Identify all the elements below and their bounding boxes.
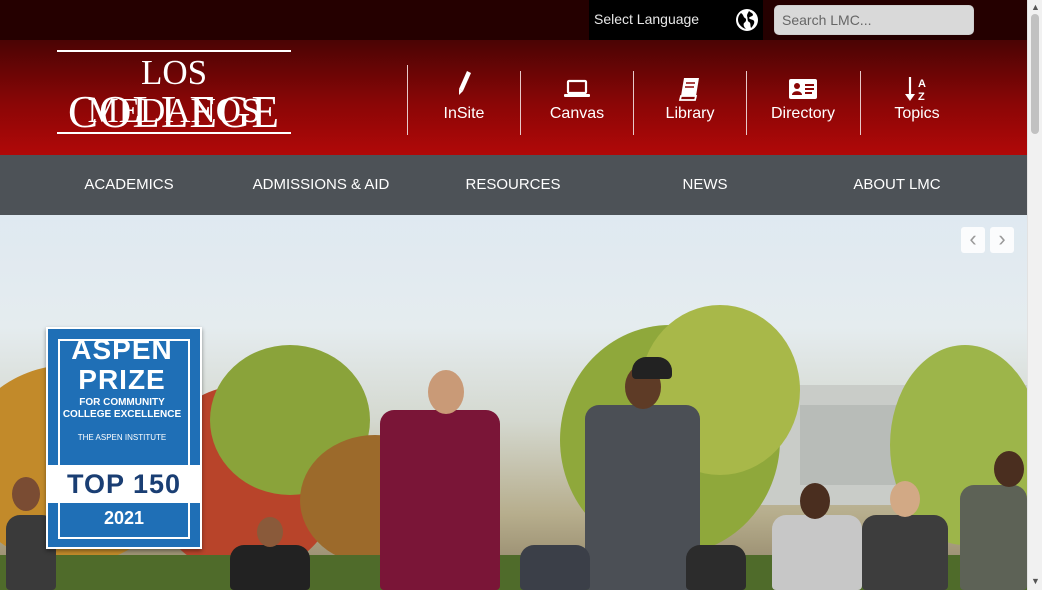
globe-icon (736, 9, 758, 31)
pen-icon (459, 71, 471, 95)
quicklink-directory[interactable]: Directory (746, 71, 859, 135)
quicklink-label: Topics (894, 105, 940, 122)
chevron-right-icon: › (998, 226, 1006, 251)
page-scrollbar[interactable]: ▲ ▼ (1027, 0, 1042, 590)
sort-alpha-icon: A Z (905, 77, 926, 103)
scroll-up-arrow-icon[interactable]: ▲ (1031, 2, 1040, 12)
search-input[interactable] (774, 5, 974, 35)
nav-academics[interactable]: ACADEMICS (34, 155, 224, 215)
laptop-icon (564, 79, 590, 97)
id-card-icon (789, 79, 817, 99)
quicklink-topics[interactable]: A Z Topics (860, 71, 973, 135)
badge-line5: THE ASPEN INSTITUTE (77, 433, 167, 442)
language-label: Select Language (594, 11, 700, 27)
quicklink-library[interactable]: Library (633, 71, 746, 135)
language-selector[interactable]: Select Language (589, 0, 763, 40)
site-header: LOS MEDANOS COLLEGE InSite Canvas Librar… (0, 40, 1027, 155)
carousel-prev-button[interactable]: ‹ (961, 227, 985, 253)
scrollbar-thumb[interactable] (1031, 14, 1039, 134)
badge-line4: COLLEGE EXCELLENCE (62, 409, 182, 420)
logo-rule-bottom (57, 132, 291, 134)
aspen-prize-badge[interactable]: ASPEN PRIZE FOR COMMUNITY COLLEGE EXCELL… (46, 327, 202, 549)
carousel-next-button[interactable]: › (990, 227, 1014, 253)
badge-line7: 2021 (103, 508, 145, 528)
nav-about-lmc[interactable]: ABOUT LMC (802, 155, 992, 215)
quicklink-label: Directory (770, 105, 835, 122)
logo-rule-top (57, 50, 291, 52)
nav-news[interactable]: NEWS (610, 155, 800, 215)
logo-line2: COLLEGE (68, 87, 280, 137)
college-logo[interactable]: LOS MEDANOS COLLEGE (57, 50, 291, 137)
quicklink-insite[interactable]: InSite (407, 65, 520, 135)
quicklink-label: InSite (443, 105, 485, 122)
svg-text:A: A (918, 78, 926, 90)
quicklink-label: Canvas (549, 105, 605, 122)
quicklink-label: Library (665, 105, 715, 122)
hero-carousel: ASPEN PRIZE FOR COMMUNITY COLLEGE EXCELL… (0, 215, 1027, 590)
scroll-down-arrow-icon[interactable]: ▼ (1031, 576, 1040, 586)
top-utility-bar: Select Language (0, 0, 1027, 40)
badge-line1: ASPEN (71, 334, 173, 365)
book-icon (678, 78, 699, 101)
quicklink-canvas[interactable]: Canvas (520, 71, 633, 135)
nav-resources[interactable]: RESOURCES (418, 155, 608, 215)
badge-line2: PRIZE (78, 364, 166, 395)
nav-admissions-aid[interactable]: ADMISSIONS & AID (226, 155, 416, 215)
badge-line6: TOP 150 (66, 469, 182, 499)
chevron-left-icon: ‹ (969, 226, 977, 251)
page: Select Language LOS MEDANOS COLLEGE InSi… (0, 0, 1027, 590)
main-navigation: ACADEMICS ADMISSIONS & AID RESOURCES NEW… (0, 155, 1027, 215)
svg-text:Z: Z (918, 91, 925, 103)
badge-line3: FOR COMMUNITY (79, 397, 165, 408)
